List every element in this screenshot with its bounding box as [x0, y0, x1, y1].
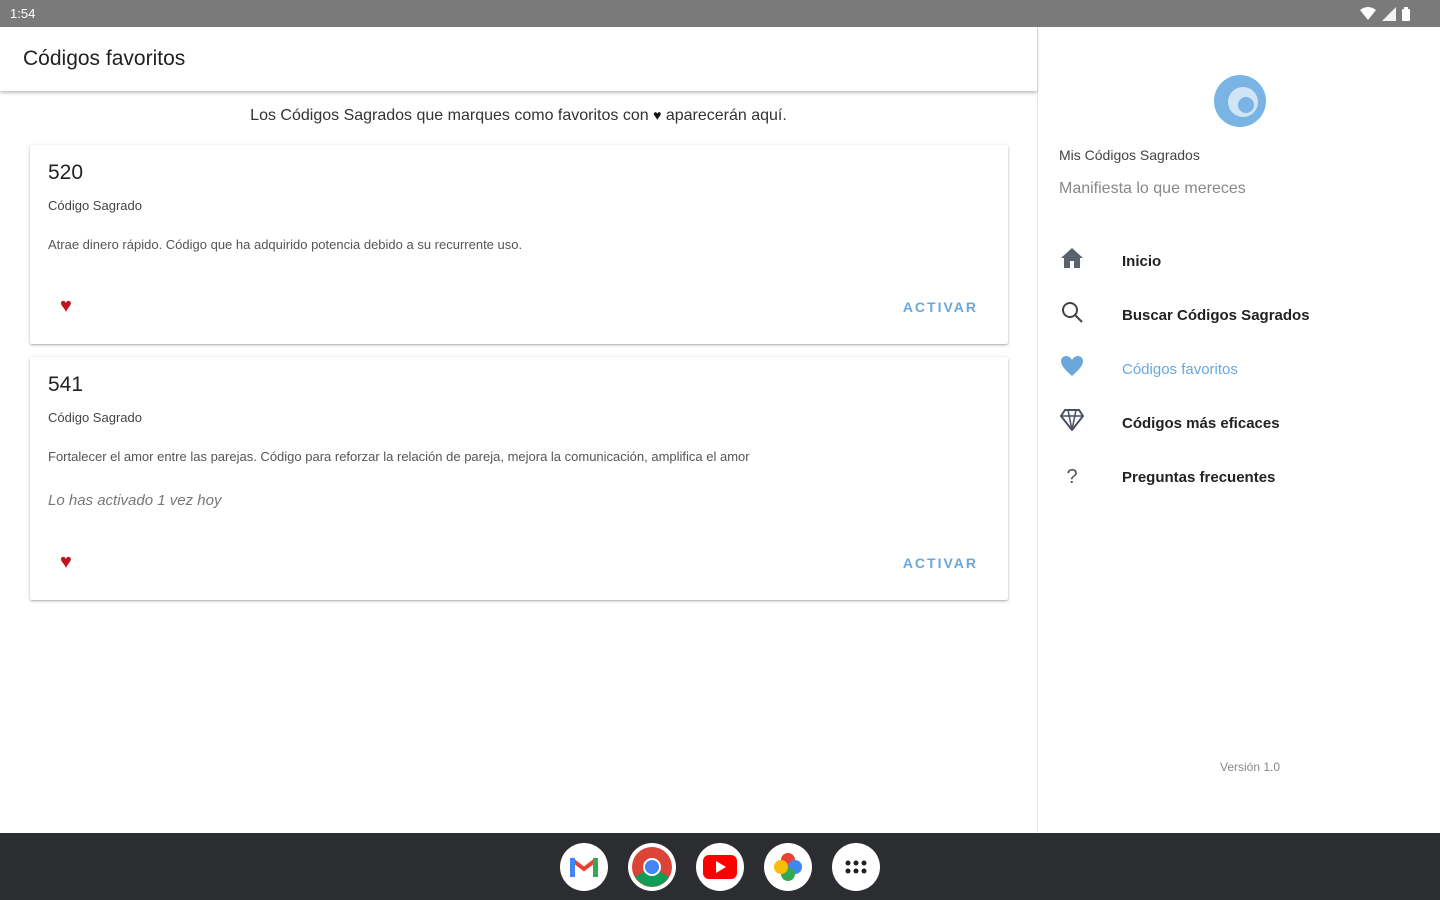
app-version: Versión 1.0 [1220, 760, 1281, 774]
nav-label: Códigos favoritos [1122, 360, 1238, 378]
search-icon [1059, 300, 1085, 330]
code-type: Código Sagrado [48, 410, 142, 425]
hint-text-before: Los Códigos Sagrados que marques como fa… [250, 107, 649, 124]
nav-label: Códigos más eficaces [1122, 414, 1280, 432]
signal-icon [1382, 6, 1396, 21]
logo-inner [1228, 87, 1258, 117]
question-icon: ? [1066, 465, 1078, 488]
nav-label: Preguntas frecuentes [1122, 468, 1276, 486]
logo-dot [1238, 97, 1254, 113]
heart-filled-icon[interactable]: ♥ [60, 295, 72, 318]
page-title: Códigos favoritos [23, 47, 186, 70]
activate-button[interactable]: ACTIVAR [903, 555, 978, 571]
nav-item-favoritos[interactable]: Códigos favoritos [1038, 349, 1440, 389]
status-icons [1360, 6, 1410, 21]
nav-label: Inicio [1122, 252, 1162, 270]
hint-text-after: aparecerán aquí. [665, 107, 787, 124]
heart-icon: ♥ [653, 107, 662, 123]
nav-item-preguntas[interactable]: ? Preguntas frecuentes [1038, 457, 1440, 497]
app-bar: Códigos favoritos [0, 27, 1037, 91]
taskbar [0, 833, 1440, 900]
nav-item-eficaces[interactable]: Códigos más eficaces [1038, 403, 1440, 443]
youtube-icon[interactable] [696, 842, 744, 891]
nav-label: Buscar Códigos Sagrados [1122, 306, 1310, 324]
code-number: 520 [48, 161, 84, 184]
heart-filled-icon[interactable]: ♥ [60, 551, 72, 574]
nav-item-inicio[interactable]: Inicio [1038, 241, 1440, 281]
activation-count: Lo has activado 1 vez hoy [48, 492, 222, 509]
code-description: Fortalecer el amor entre las parejas. Có… [48, 449, 750, 464]
status-time: 1:54 [10, 6, 36, 21]
activate-button[interactable]: ACTIVAR [903, 299, 978, 315]
photos-icon[interactable] [764, 842, 812, 891]
code-type: Código Sagrado [48, 198, 142, 213]
app-name: Mis Códigos Sagrados [1059, 147, 1200, 163]
wifi-icon [1360, 6, 1376, 20]
nav-item-buscar[interactable]: Buscar Códigos Sagrados [1038, 295, 1440, 335]
heart-icon [1059, 355, 1085, 383]
app-logo [1214, 75, 1266, 127]
home-icon [1059, 247, 1085, 275]
chrome-icon[interactable] [628, 842, 676, 891]
app-launcher-icon[interactable] [832, 842, 880, 891]
status-bar: 1:54 [0, 0, 1440, 27]
app-tagline: Manifiesta lo que mereces [1059, 180, 1246, 197]
navigation-drawer: Mis Códigos Sagrados Manifiesta lo que m… [1037, 27, 1440, 833]
main-content: Códigos favoritos Los Códigos Sagrados q… [0, 27, 1037, 833]
code-number: 541 [48, 373, 84, 396]
code-card: 541 Código Sagrado Fortalecer el amor en… [30, 357, 1008, 600]
code-description: Atrae dinero rápido. Código que ha adqui… [48, 237, 523, 252]
battery-icon [1402, 6, 1410, 21]
code-card: 520 Código Sagrado Atrae dinero rápido. … [30, 145, 1008, 344]
diamond-icon [1059, 409, 1085, 437]
favorites-hint: Los Códigos Sagrados que marques como fa… [0, 107, 1037, 129]
gmail-icon[interactable] [560, 842, 608, 891]
